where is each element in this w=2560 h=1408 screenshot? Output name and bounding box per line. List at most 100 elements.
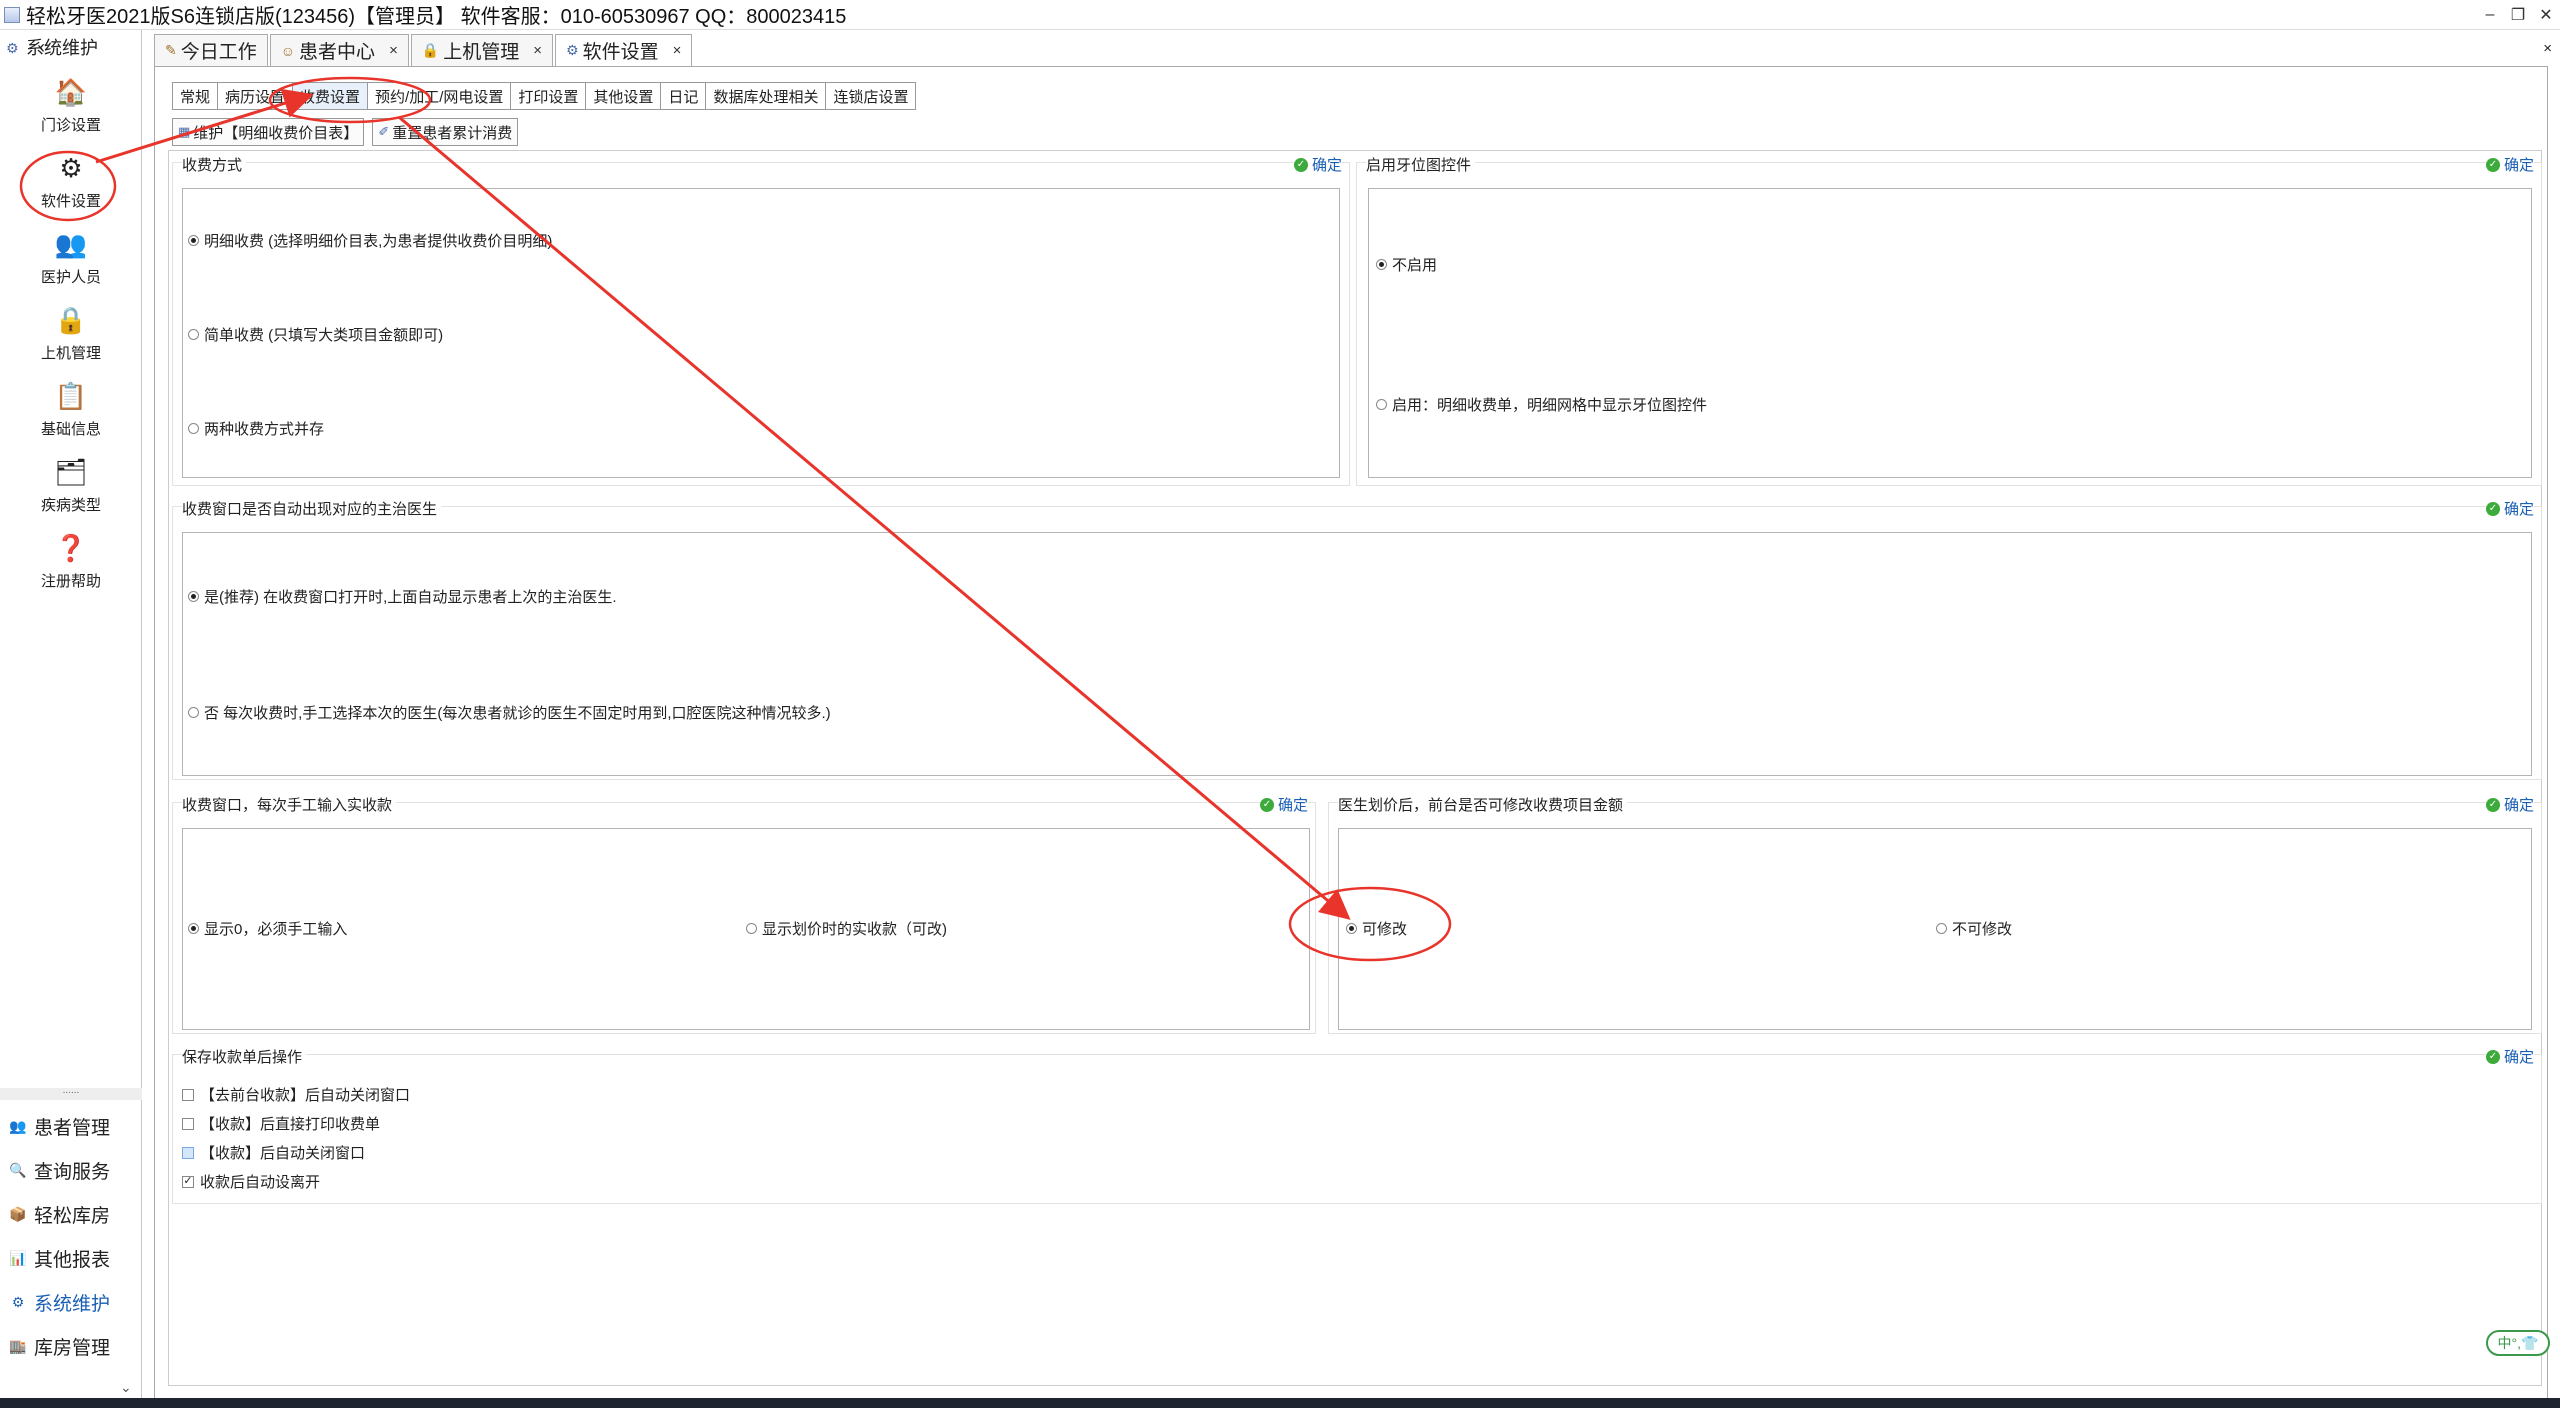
confirm-button[interactable]: ✓ 确定: [2485, 498, 2534, 519]
confirm-button[interactable]: ✓ 确定: [1259, 794, 1308, 815]
tab-patient-center[interactable]: ☺ 患者中心 ×: [269, 34, 409, 66]
collapse-icon[interactable]: ‹: [39, 37, 45, 58]
gears-icon: ⚙: [59, 152, 83, 183]
confirm-button[interactable]: ✓ 确定: [2485, 794, 2534, 815]
tab-login-management[interactable]: 🔒 上机管理 ×: [410, 34, 554, 66]
tab-today-work[interactable]: ✎ 今日工作: [154, 34, 268, 66]
module-storeroom-management[interactable]: 🏬 库房管理: [0, 1324, 142, 1368]
check-label: 【收款】后直接打印收费单: [200, 1116, 381, 1133]
radio-show-priced-amount[interactable]: 显示划价时的实收款（可改): [746, 918, 947, 939]
home-icon: 🏠: [54, 76, 88, 107]
subtab-other[interactable]: 其他设置: [585, 82, 662, 110]
subtab-appointment[interactable]: 预约/加工/网电设置: [367, 82, 512, 110]
close-tab-icon[interactable]: ×: [673, 42, 682, 59]
group-title: 启用牙位图控件: [1366, 154, 1476, 175]
reset-cumulative-consumption-button[interactable]: ✐ 重置患者累计消费: [372, 118, 519, 146]
module-query-service[interactable]: 🔍 查询服务: [0, 1148, 142, 1192]
subtab-general[interactable]: 常规: [172, 82, 219, 110]
subtab-database[interactable]: 数据库处理相关: [705, 82, 827, 110]
taskbar: [0, 1398, 2560, 1408]
nav-item-registration-help[interactable]: ❓ 注册帮助: [0, 528, 142, 604]
nav-item-basic-info[interactable]: 📋 基础信息: [0, 376, 142, 452]
nav-item-label: 上机管理: [40, 345, 101, 362]
check-label: 【去前台收款】后自动关闭窗口: [200, 1087, 411, 1104]
ime-indicator[interactable]: 中°,👕: [2486, 1330, 2550, 1356]
nav-item-label: 门诊设置: [40, 117, 101, 134]
restore-button[interactable]: ❐: [2504, 0, 2532, 30]
subtab-chain-store[interactable]: 连锁店设置: [825, 82, 917, 110]
radio-both-billing[interactable]: 两种收费方式并存: [188, 418, 324, 439]
check-icon: ✓: [2485, 157, 2500, 172]
radio-tooth-chart-disabled[interactable]: 不启用: [1376, 254, 1437, 275]
radio-auto-doctor-yes[interactable]: 是(推荐) 在收费窗口打开时,上面自动显示患者上次的主治医生.: [188, 586, 617, 607]
radio-label: 不启用: [1392, 257, 1438, 274]
nav-item-clinic-settings[interactable]: 🏠 门诊设置: [0, 72, 142, 148]
group-pay-method: 收费方式 ✓ 确定 明细收费 (选择明细价目表,为患者提供收费价目明细) 简单收费…: [172, 154, 1350, 486]
confirm-label: 确定: [2503, 797, 2534, 814]
close-tab-icon[interactable]: ×: [389, 42, 398, 59]
module-system-maintenance[interactable]: ⚙ 系统维护: [0, 1280, 142, 1324]
close-all-tabs-icon[interactable]: ×: [2543, 40, 2552, 57]
nav-splitter[interactable]: ......: [0, 1086, 142, 1100]
nav-item-label: 注册帮助: [40, 573, 101, 590]
minimize-button[interactable]: –: [2476, 0, 2504, 30]
subtab-medical-record[interactable]: 病历设置: [217, 82, 294, 110]
radio-detail-billing[interactable]: 明细收费 (选择明细价目表,为患者提供收费价目明细): [188, 230, 552, 251]
confirm-label: 确定: [2503, 501, 2534, 518]
close-tab-icon[interactable]: ×: [533, 42, 542, 59]
module-label: 查询服务: [34, 1161, 111, 1183]
subtab-print[interactable]: 打印设置: [510, 82, 587, 110]
module-warehouse[interactable]: 📦 轻松库房: [0, 1192, 142, 1236]
button-label: 重置患者累计消费: [392, 124, 513, 142]
group-modify-item-amount: 医生划价后，前台是否可修改收费项目金额 ✓ 确定 可修改 不可修改: [1328, 794, 2542, 1034]
nav-item-label: 医护人员: [40, 269, 101, 286]
module-label: 系统维护: [34, 1293, 111, 1315]
subtab-billing[interactable]: 收费设置: [292, 82, 369, 110]
tab-label: 上机管理: [443, 42, 520, 63]
module-patient-management[interactable]: 👥 患者管理: [0, 1104, 142, 1148]
left-navigation: ⚙ 系统维护 ‹ 🏠 门诊设置 ⚙ 软件设置 👥 医护人员 🔒 上机管理 📋 基…: [0, 30, 142, 1408]
check-close-after-front-desk[interactable]: 【去前台收款】后自动关闭窗口: [182, 1084, 410, 1105]
group-title: 收费窗口是否自动出现对应的主治医生: [182, 498, 442, 519]
nav-item-medical-staff[interactable]: 👥 医护人员: [0, 224, 142, 300]
check-close-after-payment[interactable]: 【收款】后自动关闭窗口: [182, 1142, 365, 1163]
group-title: 收费窗口，每次手工输入实收款: [182, 794, 397, 815]
radio-simple-billing[interactable]: 简单收费 (只填写大类项目金额即可): [188, 324, 443, 345]
group-auto-doctor: 收费窗口是否自动出现对应的主治医生 ✓ 确定 是(推荐) 在收费窗口打开时,上面自…: [172, 498, 2542, 780]
radio-label: 显示0，必须手工输入: [204, 921, 348, 938]
window-title: 轻松牙医2021版S6连锁店版(123456)【管理员】 软件客服：010-60…: [26, 6, 847, 28]
radio-tooth-chart-enabled[interactable]: 启用：明细收费单，明细网格中显示牙位图控件: [1376, 394, 1707, 415]
nav-item-disease-types[interactable]: 🗂 疾病类型: [0, 452, 142, 528]
check-auto-leave-after-payment[interactable]: ✓ 收款后自动设离开: [182, 1171, 320, 1192]
check-print-after-payment[interactable]: 【收款】后直接打印收费单: [182, 1113, 380, 1134]
document-tabs: ✎ 今日工作 ☺ 患者中心 × 🔒 上机管理 × ⚙ 软件设置 ×: [154, 34, 694, 66]
group-after-save: 保存收款单后操作 ✓ 确定 【去前台收款】后自动关闭窗口 【收款】后直接打印收费单…: [172, 1046, 2542, 1204]
maintain-price-list-button[interactable]: ▦ 维护【明细收费价目表】: [172, 118, 365, 146]
check-icon: ✓: [1293, 157, 1308, 172]
subtab-diary[interactable]: 日记: [660, 82, 707, 110]
radio-label: 可修改: [1362, 921, 1408, 938]
pen-icon: ✎: [165, 42, 177, 58]
patient-icon: ☺: [280, 42, 296, 59]
button-label: 维护【明细收费价目表】: [193, 124, 359, 142]
confirm-label: 确定: [1311, 157, 1342, 174]
nav-item-login-management[interactable]: 🔒 上机管理: [0, 300, 142, 376]
radio-label: 不可修改: [1952, 921, 2013, 938]
app-icon: [4, 6, 20, 23]
confirm-button[interactable]: ✓ 确定: [2485, 154, 2534, 175]
radio-label: 启用：明细收费单，明细网格中显示牙位图控件: [1392, 397, 1708, 414]
radio-not-modifiable[interactable]: 不可修改: [1936, 918, 2012, 939]
confirm-button[interactable]: ✓ 确定: [1293, 154, 1342, 175]
radio-modifiable[interactable]: 可修改: [1346, 918, 1407, 939]
radio-auto-doctor-no[interactable]: 否 每次收费时,手工选择本次的医生(每次患者就诊的医生不固定时用到,口腔医院这种…: [188, 702, 831, 723]
tab-software-settings[interactable]: ⚙ 软件设置 ×: [555, 34, 693, 66]
users-icon: 👥: [54, 228, 88, 259]
chevron-down-icon[interactable]: ⌄: [120, 1379, 132, 1396]
nav-item-software-settings[interactable]: ⚙ 软件设置: [0, 148, 142, 224]
confirm-button[interactable]: ✓ 确定: [2485, 1046, 2534, 1067]
radio-show-zero[interactable]: 显示0，必须手工输入: [188, 918, 347, 939]
check-icon: ✓: [2485, 1049, 2500, 1064]
module-other-reports[interactable]: 📊 其他报表: [0, 1236, 142, 1280]
check-label: 收款后自动设离开: [200, 1174, 321, 1191]
close-window-button[interactable]: ✕: [2532, 0, 2560, 30]
